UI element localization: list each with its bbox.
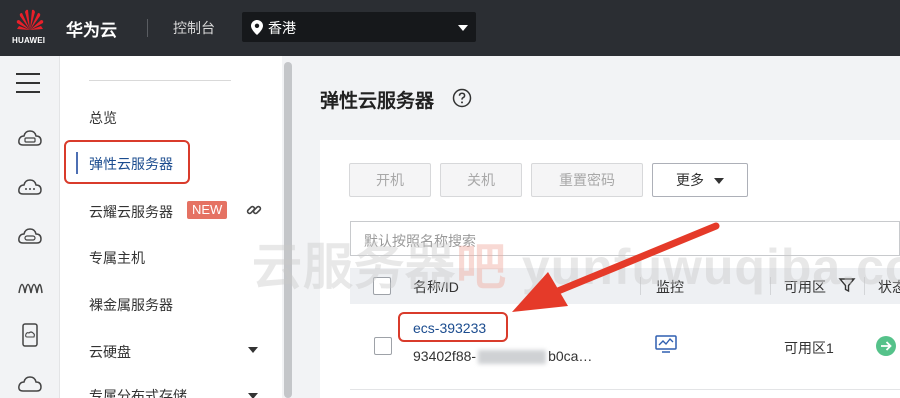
instance-id: 93402f88- b0ca…: [413, 348, 593, 365]
status-running-icon: [876, 336, 896, 356]
cloud-disk-icon[interactable]: [17, 224, 43, 250]
cloud-chat-icon[interactable]: [17, 175, 43, 201]
cloud-icon[interactable]: [17, 372, 43, 398]
console-link[interactable]: 控制台: [173, 18, 215, 38]
location-pin-icon: [251, 20, 263, 35]
chevron-down-icon[interactable]: [248, 347, 258, 353]
redacted-id-segment: [478, 350, 547, 365]
service-nav: 总览 弹性云服务器 云耀云服务器 NEW 专属主机 裸金属服务器 云硬盘 专属分…: [60, 56, 282, 398]
row-divider: [350, 389, 900, 390]
cloud-server-icon[interactable]: [17, 126, 43, 152]
huawei-logo-icon: [16, 9, 44, 30]
monitor-chart-icon[interactable]: [655, 335, 677, 353]
nav-item-dedicated-host[interactable]: 专属主机: [89, 248, 145, 268]
nav-item-bare-metal[interactable]: 裸金属服务器: [89, 295, 173, 315]
chevron-down-icon[interactable]: [248, 393, 258, 398]
logo-text: HUAWEI: [12, 36, 46, 45]
brand-name[interactable]: 华为云: [66, 16, 117, 41]
watermark-cn: 云服务器: [252, 239, 456, 295]
icon-rail: [0, 56, 60, 398]
start-button[interactable]: 开机: [349, 163, 431, 197]
topbar-divider: [147, 19, 148, 37]
page-title: 弹性云服务器: [320, 91, 435, 112]
row-checkbox[interactable]: [374, 337, 392, 355]
reset-password-button[interactable]: 重置密码: [531, 163, 643, 197]
region-selector[interactable]: 香港: [242, 12, 476, 42]
highlight-box-instance: [398, 312, 508, 342]
availability-zone: 可用区1: [784, 340, 834, 356]
more-label: 更多: [676, 172, 704, 188]
watermark-latin: yunfuwuqiba.com: [521, 239, 900, 295]
nav-item-evs[interactable]: 云硬盘: [89, 342, 131, 362]
stop-button[interactable]: 关机: [440, 163, 522, 197]
instance-id-suffix: b0ca…: [548, 348, 593, 364]
watermark: 云服务器吧 yunfuwuqiba.com: [252, 227, 900, 299]
nav-divider: [89, 80, 231, 81]
more-dropdown[interactable]: 更多: [652, 163, 748, 197]
mobile-cloud-icon[interactable]: [17, 322, 43, 348]
huawei-logo[interactable]: HUAWEI: [0, 0, 60, 56]
nav-item-overview[interactable]: 总览: [89, 108, 117, 128]
instance-id-prefix: 93402f88-: [413, 348, 477, 364]
region-label: 香港: [268, 20, 296, 36]
watermark-cn-accent: 吧: [456, 239, 507, 295]
menu-icon[interactable]: [16, 73, 40, 93]
question-circle-icon[interactable]: [452, 88, 472, 108]
chevron-down-icon: [458, 25, 468, 31]
new-badge: NEW: [187, 201, 228, 219]
highlight-box-ecs: [64, 140, 190, 184]
link-icon[interactable]: [246, 202, 262, 218]
chevron-down-icon: [714, 178, 724, 185]
nav-item-flexus[interactable]: 云耀云服务器: [89, 202, 173, 222]
nav-item-dss[interactable]: 专属分布式存储: [89, 386, 187, 398]
network-wave-icon[interactable]: [17, 272, 43, 298]
